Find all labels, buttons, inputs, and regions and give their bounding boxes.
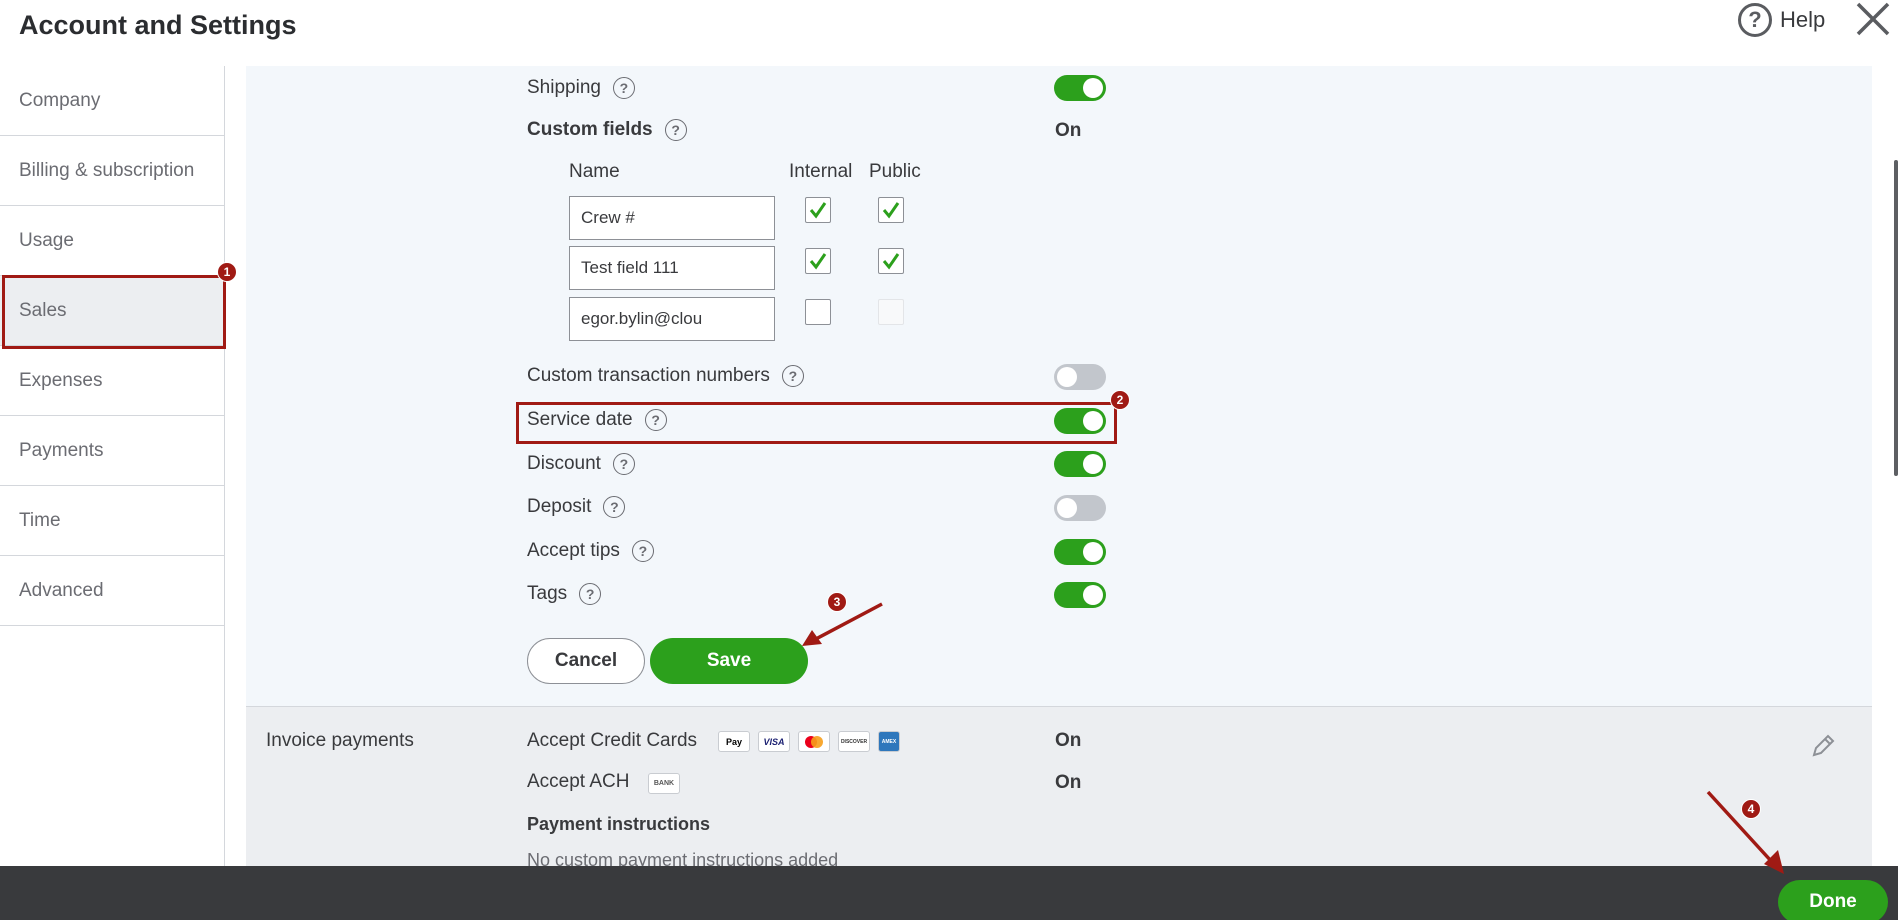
checkmark-icon (882, 202, 900, 219)
tags-label: Tags (527, 583, 568, 604)
public-checkbox[interactable] (878, 248, 904, 274)
discount-toggle[interactable] (1054, 451, 1106, 477)
custom-fields-col-public: Public (869, 161, 921, 182)
ach-status: On (1055, 772, 1082, 793)
header: Account and Settings ? Help (0, 0, 1898, 66)
sidebar-item-expenses[interactable]: Expenses (0, 346, 224, 416)
annotation-badge: 2 (1110, 390, 1130, 410)
accept-tips-label: Accept tips (527, 540, 620, 561)
custom-transaction-numbers-toggle[interactable] (1054, 364, 1106, 390)
discover-icon: DISCOVER (838, 731, 870, 752)
accept-tips-row: Accept tips ? (527, 537, 654, 565)
checkmark-icon (809, 253, 827, 270)
help-circle-icon[interactable]: ? (781, 365, 804, 387)
help-circle-icon[interactable]: ? (631, 540, 654, 562)
help-label: Help (1780, 7, 1826, 32)
help-button[interactable]: ? Help (1738, 2, 1825, 38)
close-icon[interactable] (1854, 0, 1892, 38)
sidebar-nav: Company Billing & subscription Usage Sal… (0, 66, 225, 866)
internal-checkbox[interactable] (805, 248, 831, 274)
sidebar-item-time[interactable]: Time (0, 486, 224, 556)
page-title: Account and Settings (19, 10, 297, 40)
custom-field-name-input[interactable]: Test field 111 (569, 246, 775, 290)
mastercard-circles (805, 735, 823, 748)
highlight-box-sales (2, 275, 226, 349)
internal-checkbox[interactable] (805, 299, 831, 325)
custom-field-name-input[interactable]: egor.bylin@clou (569, 297, 775, 341)
custom-fields-status: On (1055, 120, 1082, 141)
highlight-box-service-date (516, 402, 1117, 444)
accept-ach-label: Accept ACH (527, 771, 630, 792)
custom-fields-label: Custom fields (527, 119, 653, 140)
tags-toggle[interactable] (1054, 582, 1106, 608)
help-circle-icon[interactable]: ? (664, 119, 687, 141)
payment-instructions-label: Payment instructions (527, 814, 711, 834)
checkmark-icon (882, 253, 900, 270)
discount-row: Discount ? (527, 450, 635, 478)
pencil-icon[interactable] (1810, 733, 1836, 759)
help-circle-icon[interactable]: ? (612, 453, 635, 475)
tags-row: Tags ? (527, 580, 602, 608)
annotation-badge: 1 (217, 262, 237, 282)
sidebar-item-payments[interactable]: Payments (0, 416, 224, 486)
discount-label: Discount (527, 453, 601, 474)
done-button[interactable]: Done (1778, 880, 1888, 920)
help-circle-icon[interactable]: ? (603, 496, 626, 518)
sidebar-item-usage[interactable]: Usage (0, 206, 224, 276)
public-checkbox (878, 299, 904, 325)
visa-icon: VISA (758, 731, 790, 752)
save-button[interactable]: Save (650, 638, 808, 684)
help-circle-icon[interactable]: ? (579, 583, 602, 605)
accept-tips-toggle[interactable] (1054, 539, 1106, 565)
mastercard-icon (798, 731, 830, 752)
shipping-toggle[interactable] (1054, 75, 1106, 101)
help-icon: ? (1738, 3, 1772, 37)
custom-fields-col-name: Name (569, 161, 620, 182)
deposit-toggle[interactable] (1054, 495, 1106, 521)
footer-bar (0, 866, 1898, 920)
public-checkbox[interactable] (878, 197, 904, 223)
custom-field-name-input[interactable]: Crew # (569, 196, 775, 240)
sidebar-item-advanced[interactable]: Advanced (0, 556, 224, 626)
deposit-row: Deposit ? (527, 493, 626, 521)
shipping-row: Shipping ? (527, 74, 635, 102)
custom-transaction-numbers-row: Custom transaction numbers ? (527, 362, 804, 390)
bank-icon: BANK (648, 773, 680, 794)
sidebar-item-billing[interactable]: Billing & subscription (0, 136, 224, 206)
custom-fields-col-internal: Internal (789, 161, 853, 182)
arrow-icon (1706, 790, 1784, 874)
scrollbar[interactable] (1894, 160, 1898, 476)
shipping-label: Shipping (527, 77, 601, 98)
sidebar-item-company[interactable]: Company (0, 66, 224, 136)
accept-credit-cards-label: Accept Credit Cards (527, 730, 698, 751)
amex-icon: AMEX (878, 731, 900, 752)
apple-pay-icon: Pay (718, 731, 750, 752)
cancel-button[interactable]: Cancel (527, 638, 645, 684)
credit-cards-status: On (1055, 730, 1082, 751)
help-circle-icon[interactable]: ? (612, 77, 635, 99)
arrow-icon (802, 602, 883, 646)
custom-transaction-numbers-label: Custom transaction numbers (527, 365, 770, 386)
invoice-payments-label: Invoice payments (266, 730, 414, 751)
deposit-label: Deposit (527, 496, 592, 517)
internal-checkbox[interactable] (805, 197, 831, 223)
checkmark-icon (809, 202, 827, 219)
custom-fields-row: Custom fields ? (527, 116, 687, 144)
